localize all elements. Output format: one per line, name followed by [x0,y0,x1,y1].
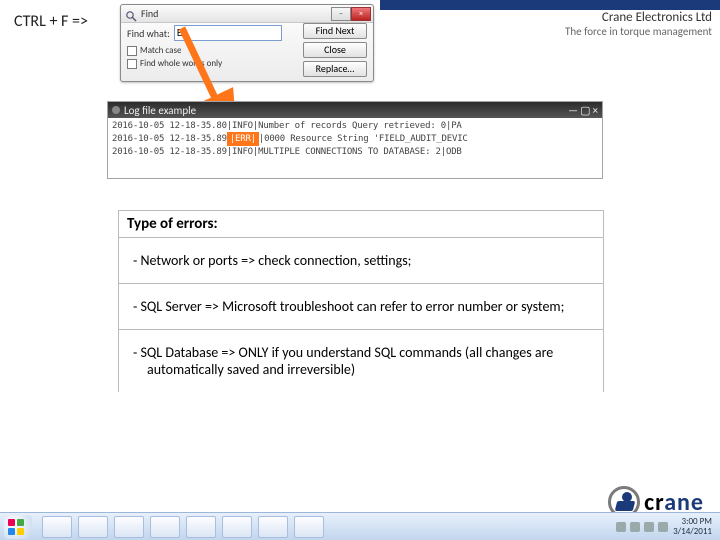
company-name: Crane Electronics Ltd [565,10,712,25]
log-titlebar[interactable]: Log file example — ▢ × [108,102,602,118]
minimize-icon[interactable]: — [568,104,578,117]
company-tagline: The force in torque management [565,25,712,38]
find-title: Find [141,7,331,20]
tray-icon[interactable] [630,522,640,532]
errors-heading: Type of errors: [118,210,604,237]
ctrl-f-label: CTRL + F => [14,12,88,31]
find-what-label: Find what: [127,27,170,40]
taskbar: 3:00 PM 3/14/2011 [0,512,720,540]
error-item: - Network or ports => check connection, … [118,237,604,283]
log-file-panel: Log file example — ▢ × 2016-10-05 12-18-… [107,101,603,179]
taskbar-pinned [42,516,324,538]
company-header: Crane Electronics Ltd The force in torqu… [565,10,712,38]
taskbar-button[interactable] [222,516,252,538]
taskbar-clock[interactable]: 3:00 PM 3/14/2011 [673,517,712,537]
taskbar-button[interactable] [186,516,216,538]
error-types-section: Type of errors: - Network or ports => ch… [118,210,604,392]
start-button[interactable] [4,515,32,539]
taskbar-button[interactable] [150,516,180,538]
tray-icon[interactable] [616,522,626,532]
whole-words-checkbox[interactable]: Find whole words only [127,58,222,69]
taskbar-button[interactable] [258,516,288,538]
taskbar-button[interactable] [114,516,144,538]
close-icon[interactable]: × [351,7,371,21]
error-item: - SQL Database => ONLY if you understand… [118,329,604,392]
taskbar-button[interactable] [294,516,324,538]
tray-icon[interactable] [658,522,668,532]
close-button[interactable]: Close [303,42,367,58]
find-input[interactable] [174,25,282,41]
find-icon [125,8,137,20]
slide-topbar [380,0,720,10]
minimize-icon[interactable]: – [331,7,351,21]
maximize-icon[interactable]: ▢ [580,104,590,117]
find-next-button[interactable]: Find Next [303,23,367,39]
log-title: Log file example [124,104,196,117]
taskbar-button[interactable] [78,516,108,538]
find-dialog: Find – × Find what: Find Next Close Repl… [120,4,374,82]
match-case-checkbox[interactable]: Match case [127,45,222,56]
taskbar-button[interactable] [42,516,72,538]
log-body: 2016-10-05 12-18-35.80|INFO|Number of re… [108,118,602,160]
log-title-icon [112,106,120,114]
close-icon[interactable]: × [593,104,598,117]
system-tray: 3:00 PM 3/14/2011 [616,517,720,537]
tray-icon[interactable] [644,522,654,532]
replace-button[interactable]: Replace… [303,61,367,77]
error-highlight: |ERR| [227,132,259,146]
find-titlebar[interactable]: Find – × [121,5,373,23]
error-item: - SQL Server => Microsoft troubleshoot c… [118,283,604,329]
